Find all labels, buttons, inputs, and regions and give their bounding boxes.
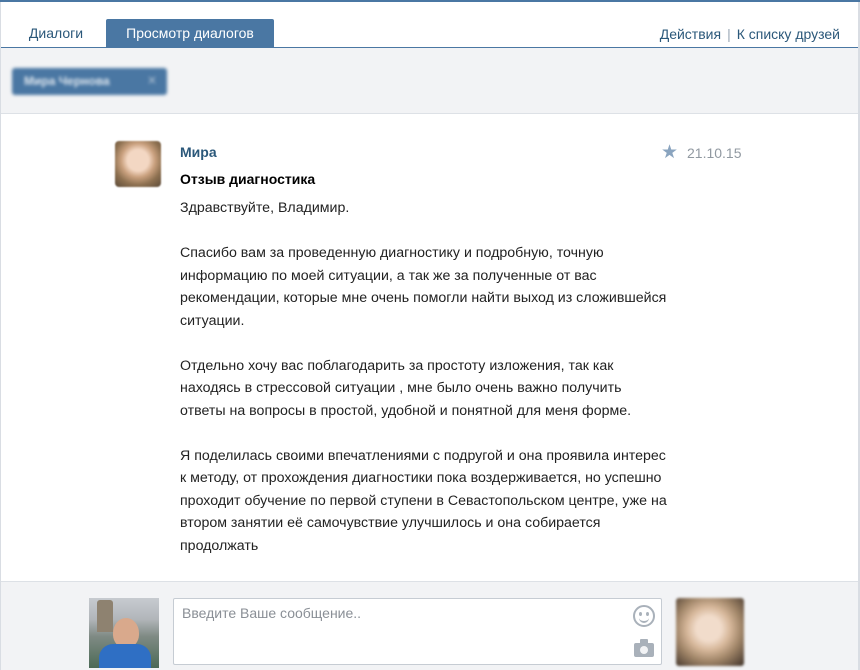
my-avatar[interactable] [89,598,159,668]
sender-avatar[interactable] [115,141,161,187]
chip-close-icon[interactable]: × [147,73,157,87]
smile-icon[interactable] [633,605,655,627]
message-input[interactable] [174,599,614,664]
message-body: Здравствуйте, Владимир. Спасибо вам за п… [180,197,670,580]
message-subject: Отзыв диагностика [180,171,316,187]
link-separator: | [727,26,731,42]
conversation-filter-bar: Мира Чернова × [1,48,858,114]
message-paragraph: Спасибо вам за проведенную диагностику и… [180,245,667,329]
actions-link[interactable]: Действия [660,26,721,42]
camera-icon[interactable] [634,639,654,657]
message-paragraph: Отдельно хочу вас поблагодарить за прост… [180,357,632,419]
friends-list-link[interactable]: К списку друзей [737,26,840,42]
message-date: 21.10.15 [687,145,742,161]
message-composer [1,581,858,670]
message-paragraph: Здравствуйте, Владимир. [180,200,350,216]
message-input-box [173,598,662,665]
recipient-avatar[interactable] [676,598,744,666]
avatar-background-tower [97,600,113,632]
header-links: Действия | К списку друзей [660,26,840,42]
avatar-shirt [99,644,151,668]
message-list[interactable]: Мира ★ 21.10.15 Отзыв диагностика Здравс… [1,115,858,581]
tab-bar: Диалоги Просмотр диалогов Действия | К спи… [0,2,860,48]
participant-chip-label: Мира Чернова [24,74,110,88]
tab-view-dialogs[interactable]: Просмотр диалогов [106,19,274,48]
participant-chip[interactable]: Мира Чернова × [12,68,167,95]
message-paragraph: Я поделилась своими впечатлениями с подр… [180,447,667,554]
sender-name[interactable]: Мира [180,144,217,160]
tab-dialogs[interactable]: Диалоги [14,19,98,48]
window-border-left [0,2,1,670]
star-icon[interactable]: ★ [661,143,678,162]
